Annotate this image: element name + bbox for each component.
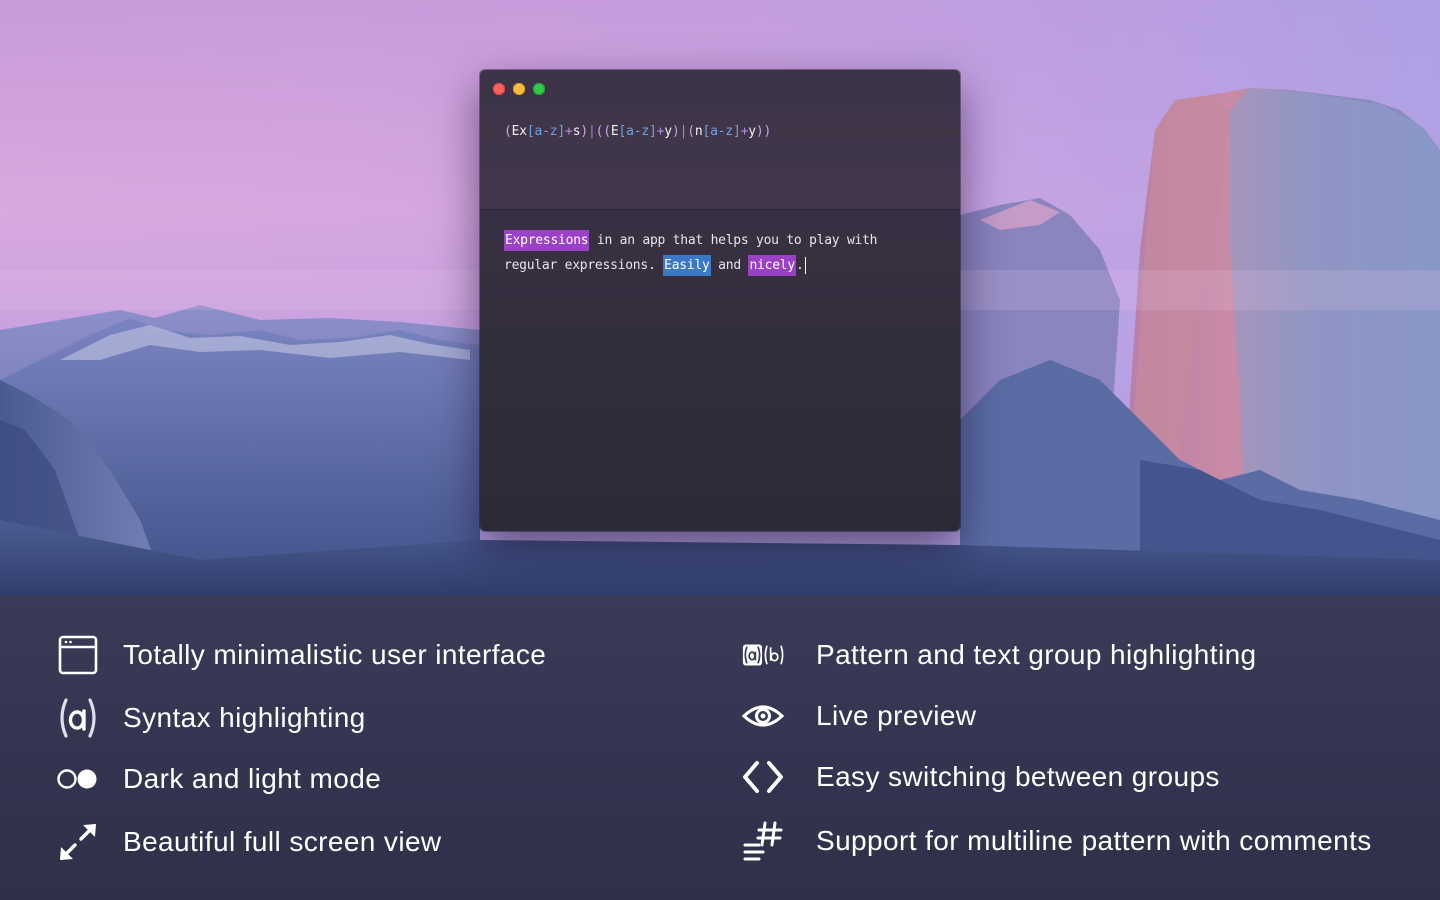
sample-text[interactable]: Expressions in an app that helps you to … xyxy=(504,228,944,278)
pattern-token: [a-z] xyxy=(702,124,741,139)
feature-item: Easy switching between groups xyxy=(0,752,1440,802)
pattern-token: )) xyxy=(755,124,772,139)
pattern-token: y xyxy=(664,124,672,139)
pattern-editor[interactable]: (Ex[a-z]+s)|((E[a-z]+y)|(n[a-z]+y)) xyxy=(480,106,960,210)
pattern-token: Ex xyxy=(511,124,527,139)
feature-label: Support for multiline pattern with comme… xyxy=(816,825,1372,856)
regex-pattern[interactable]: (Ex[a-z]+s)|((E[a-z]+y)|(n[a-z]+y)) xyxy=(504,124,771,139)
pattern-token: ( xyxy=(504,124,512,139)
pattern-token: E xyxy=(610,124,619,139)
zoom-window-button[interactable] xyxy=(533,83,545,95)
pattern-token: y xyxy=(748,124,756,139)
pattern-token: [a-z] xyxy=(618,124,657,139)
feature-list-panel: Totally minimalistic user interface Synt… xyxy=(0,595,1440,900)
pattern-token: (( xyxy=(595,124,611,139)
text-caret xyxy=(804,257,806,274)
app-window: (Ex[a-z]+s)|((E[a-z]+y)|(n[a-z]+y)) Expr… xyxy=(480,70,960,531)
feature-label: Live preview xyxy=(816,700,977,731)
angle-brackets-icon xyxy=(741,752,785,802)
feature-item: Support for multiline pattern with comme… xyxy=(0,816,1440,866)
promo-screenshot: (Ex[a-z]+s)|((E[a-z]+y)|(n[a-z]+y)) Expr… xyxy=(0,0,1440,900)
feature-item: Pattern and text group highlighting xyxy=(0,630,1440,680)
hash-lines-icon xyxy=(741,816,785,866)
eye-icon xyxy=(741,691,785,741)
plain-text: regular expressions. xyxy=(504,258,664,273)
minimize-window-button[interactable] xyxy=(513,83,525,95)
plain-text: . xyxy=(795,258,804,273)
plain-text: and xyxy=(710,258,749,273)
feature-label: Easy switching between groups xyxy=(816,761,1220,792)
pattern-token: [a-z] xyxy=(526,124,566,139)
match-highlight: Expressions xyxy=(504,230,590,251)
window-titlebar[interactable] xyxy=(480,70,960,106)
pattern-token: ( xyxy=(687,124,695,139)
feature-item: Live preview xyxy=(0,691,1440,741)
group-match-highlight: Easily xyxy=(663,255,711,276)
sample-line-1: Expressions in an app that helps you to … xyxy=(504,228,944,253)
close-window-button[interactable] xyxy=(493,83,505,95)
sample-text-editor[interactable]: Expressions in an app that helps you to … xyxy=(480,210,960,531)
pattern-token: | xyxy=(587,124,596,139)
pattern-token: ) xyxy=(580,124,588,139)
pattern-token: ) xyxy=(671,124,680,139)
plain-text: in an app that helps you to play with xyxy=(589,233,878,248)
group-ab-icon xyxy=(741,630,785,680)
match-highlight: nicely xyxy=(748,255,796,276)
sample-line-2: regular expressions. Easily and nicely. xyxy=(504,253,944,278)
feature-label: Pattern and text group highlighting xyxy=(816,639,1257,670)
pattern-token: n xyxy=(694,124,703,139)
pattern-token: + xyxy=(565,124,573,139)
